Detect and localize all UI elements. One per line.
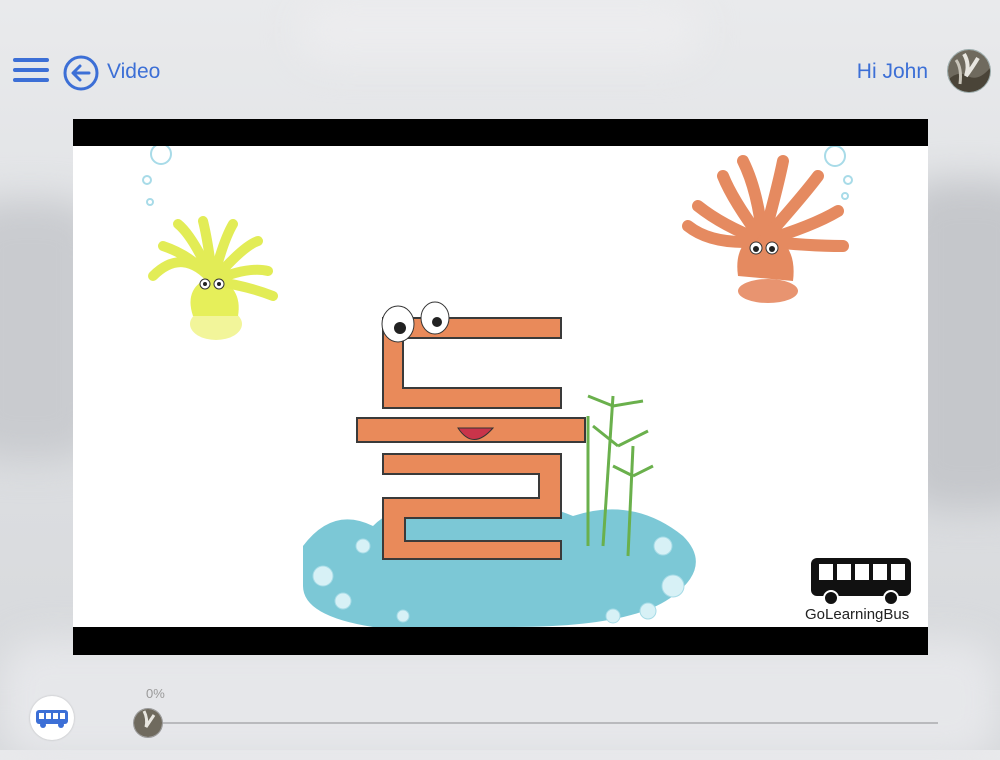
user-avatar[interactable]	[947, 49, 991, 93]
hamburger-menu-icon	[13, 58, 49, 62]
avatar-thumb-icon	[134, 709, 162, 737]
progress-track[interactable]	[158, 722, 938, 724]
back-button[interactable]	[63, 55, 99, 91]
menu-button[interactable]	[13, 58, 49, 86]
page-title: Video	[107, 60, 161, 83]
video-player[interactable]: GoLearningBus	[73, 119, 928, 655]
hamburger-line	[13, 68, 49, 72]
orange-coral-icon	[682, 155, 849, 303]
avatar-image-icon	[948, 50, 990, 92]
arrow-left-circle-icon	[63, 55, 99, 91]
water-splash-icon	[303, 503, 696, 627]
brand-name: GoLearningBus	[805, 606, 910, 623]
yellow-coral-icon	[148, 216, 278, 340]
bus-logo-button[interactable]	[30, 696, 74, 740]
bus-logo-icon	[811, 558, 911, 606]
video-illustration	[142, 146, 911, 627]
video-frame[interactable]: GoLearningBus	[73, 146, 928, 627]
bus-logo-icon	[36, 710, 68, 728]
top-bar: Video Hi John	[0, 0, 1000, 110]
hamburger-line	[13, 78, 49, 82]
user-greeting[interactable]: Hi John	[857, 60, 928, 84]
progress-percent: 0%	[146, 686, 165, 701]
progress-thumb[interactable]	[133, 708, 163, 738]
